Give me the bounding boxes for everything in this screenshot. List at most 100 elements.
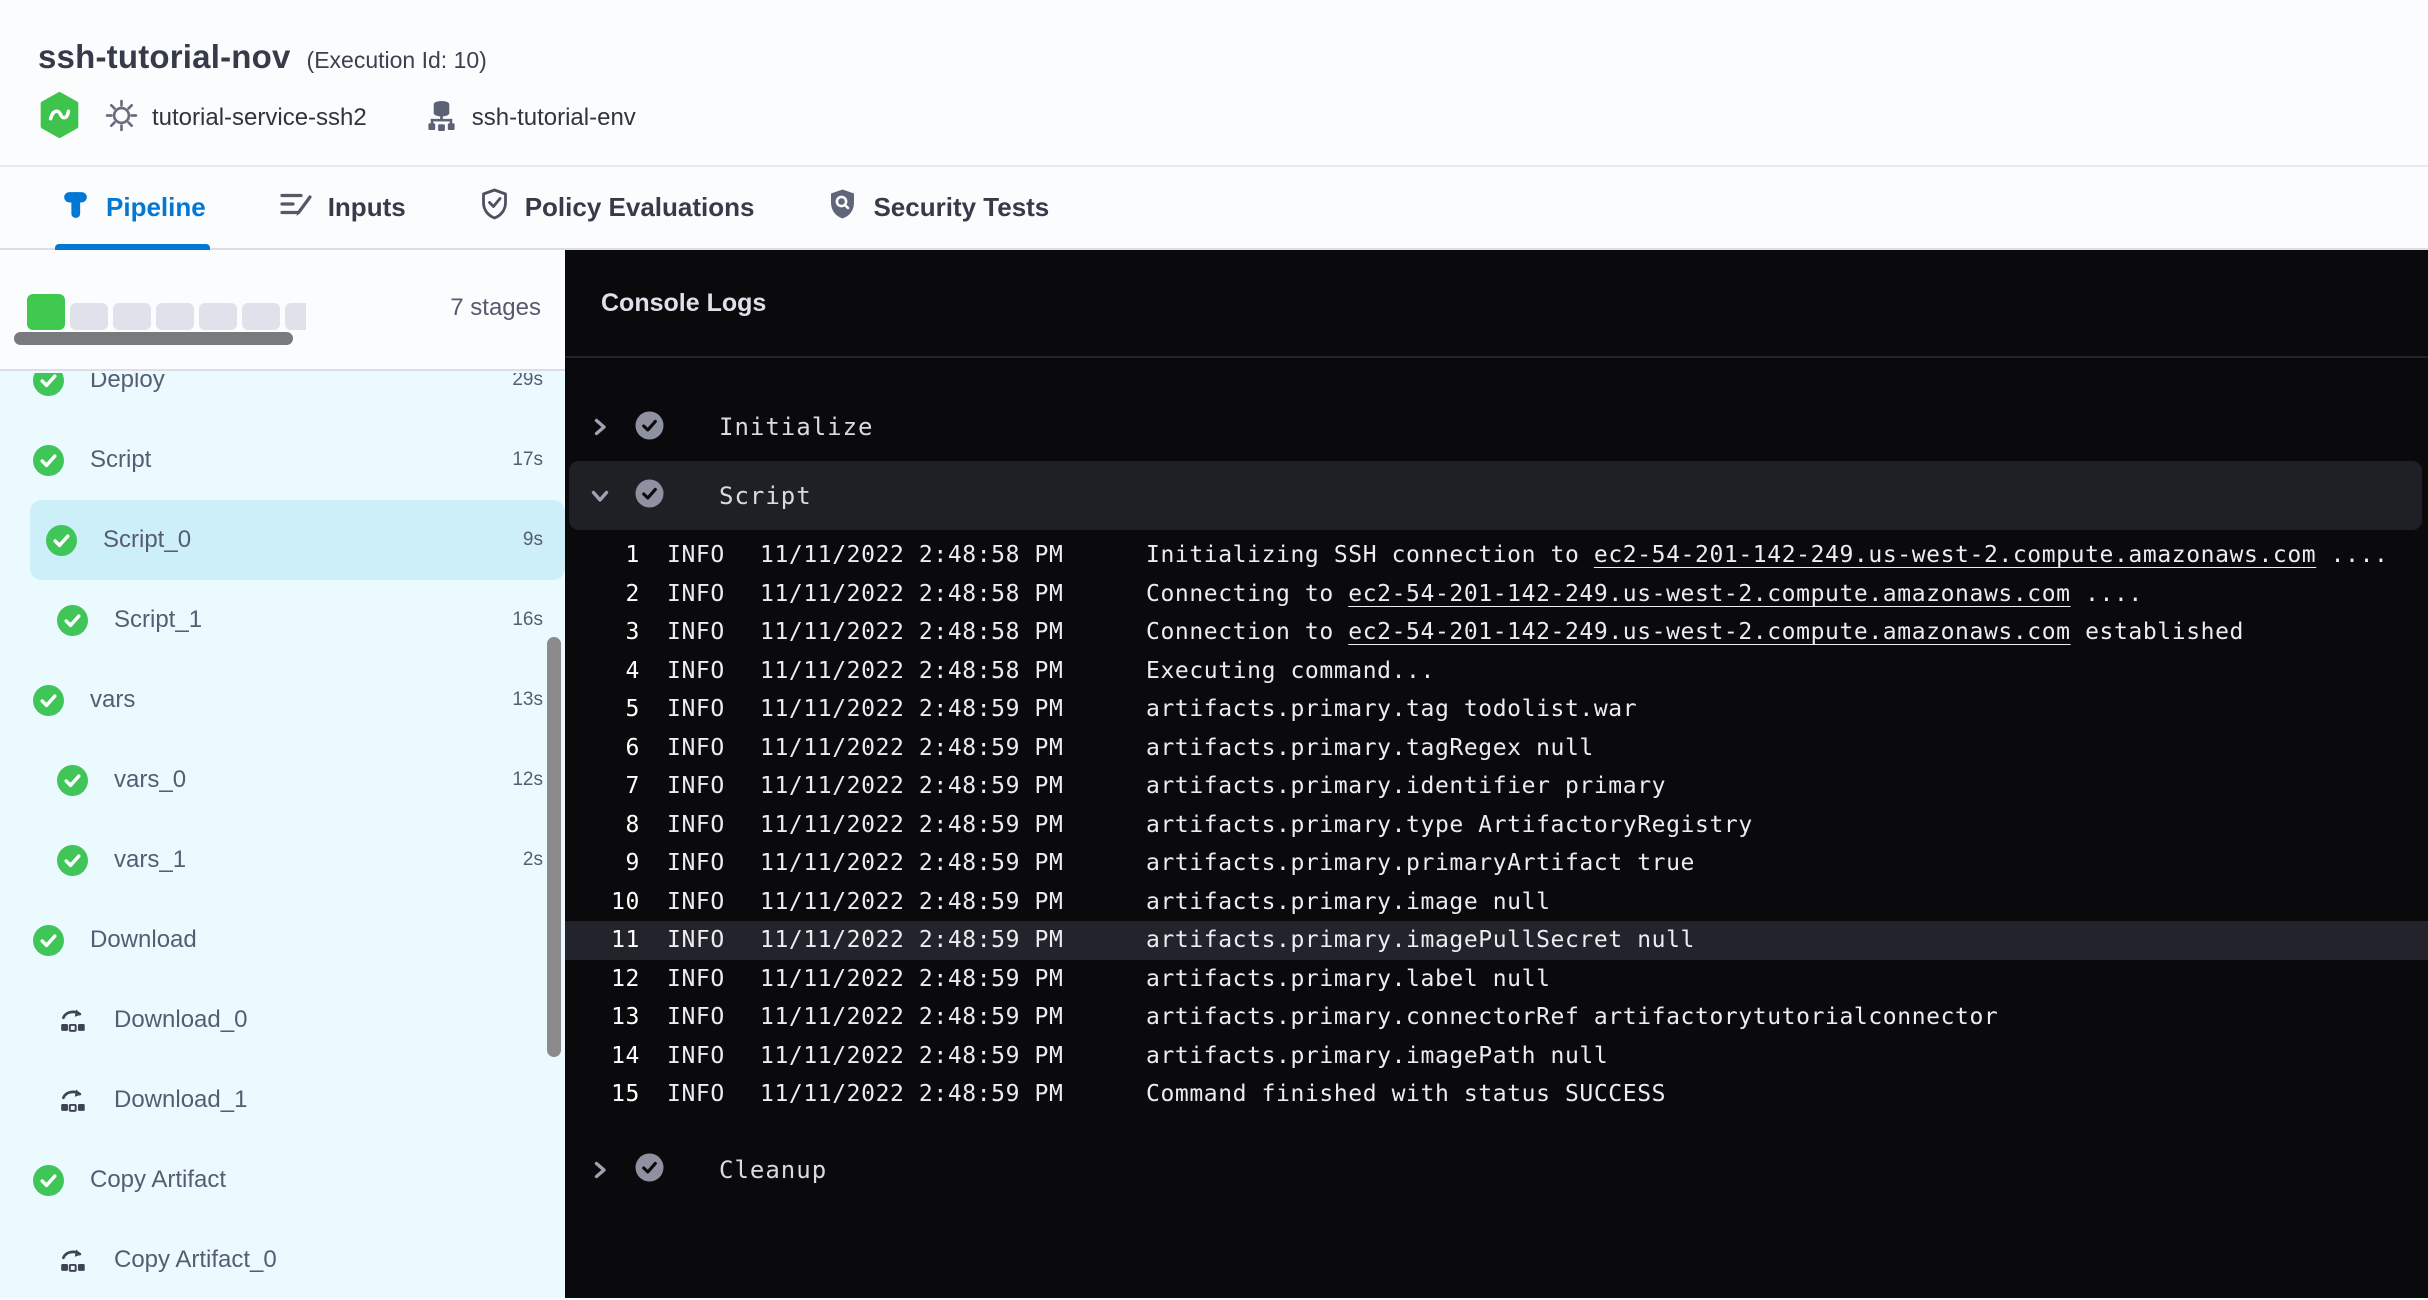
stage-row-download_0[interactable]: Download_0 <box>0 980 565 1060</box>
log-timestamp: 11/11/2022 2:48:59 PM <box>760 966 1146 992</box>
log-row[interactable]: 9 INFO 11/11/2022 2:48:59 PM artifacts.p… <box>565 844 2428 883</box>
log-timestamp: 11/11/2022 2:48:59 PM <box>760 1004 1146 1030</box>
log-section-initialize[interactable]: Initialize <box>565 398 2428 456</box>
step-success-icon <box>635 479 664 512</box>
log-row[interactable]: 7 INFO 11/11/2022 2:48:59 PM artifacts.p… <box>565 767 2428 806</box>
log-row[interactable]: 12 INFO 11/11/2022 2:48:59 PM artifacts.… <box>565 960 2428 999</box>
log-message: artifacts.primary.primaryArtifact true <box>1146 850 2428 876</box>
log-level: INFO <box>667 773 760 799</box>
stage-success-icon <box>57 605 88 636</box>
horizontal-scrollbar-thumb[interactable] <box>14 332 293 345</box>
host-link[interactable]: ec2-54-201-142-249.us-west-2.compute.ama… <box>1594 542 2316 568</box>
log-text: artifacts.primary.tag todolist.war <box>1146 696 1637 722</box>
stage-duration: 16s <box>512 609 543 631</box>
host-link[interactable]: ec2-54-201-142-249.us-west-2.compute.ama… <box>1348 619 2070 645</box>
chevron-right-icon[interactable] <box>589 1159 611 1181</box>
stage-row-deploy[interactable]: Deploy 29s <box>0 373 565 420</box>
log-message: Executing command... <box>1146 658 2428 684</box>
stage-row-copy-artifact_0[interactable]: Copy Artifact_0 <box>0 1220 565 1298</box>
stage-row-vars_0[interactable]: vars_0 12s <box>0 740 565 820</box>
log-section-script[interactable]: Script <box>569 461 2422 530</box>
log-text: artifacts.primary.type ArtifactoryRegist… <box>1146 812 1753 838</box>
log-timestamp: 11/11/2022 2:48:59 PM <box>760 773 1146 799</box>
log-timestamp: 11/11/2022 2:48:59 PM <box>760 1081 1146 1107</box>
stage-success-icon <box>46 525 77 556</box>
stage-retry-icon <box>57 1085 88 1116</box>
log-text: artifacts.primary.image null <box>1146 889 1551 915</box>
stages-sidebar: 7 stages Deploy 29s Script 17s Script_0 … <box>0 250 565 1298</box>
chevron-right-icon[interactable] <box>589 416 611 438</box>
console-logs-panel: Console Logs Initialize Script 1 INFO 11… <box>565 250 2428 1298</box>
host-link[interactable]: ec2-54-201-142-249.us-west-2.compute.ama… <box>1348 581 2070 607</box>
log-line-number: 14 <box>565 1043 667 1069</box>
environment-name[interactable]: ssh-tutorial-env <box>472 104 636 132</box>
log-row[interactable]: 3 INFO 11/11/2022 2:48:58 PM Connection … <box>565 613 2428 652</box>
tab-pipeline[interactable]: Pipeline <box>55 167 210 248</box>
log-timestamp: 11/11/2022 2:48:59 PM <box>760 696 1146 722</box>
log-row[interactable]: 8 INFO 11/11/2022 2:48:59 PM artifacts.p… <box>565 806 2428 845</box>
log-level: INFO <box>667 966 760 992</box>
log-row[interactable]: 4 INFO 11/11/2022 2:48:58 PM Executing c… <box>565 652 2428 691</box>
log-row[interactable]: 14 INFO 11/11/2022 2:48:59 PM artifacts.… <box>565 1037 2428 1076</box>
log-section-cleanup[interactable]: Cleanup <box>565 1141 2428 1199</box>
tab-label: Inputs <box>328 192 406 223</box>
log-row[interactable]: 5 INFO 11/11/2022 2:48:59 PM artifacts.p… <box>565 690 2428 729</box>
console-logs-title: Console Logs <box>601 289 766 318</box>
stage-label: Script_1 <box>114 606 512 634</box>
stage-row-download_1[interactable]: Download_1 <box>0 1060 565 1140</box>
stage-row-download[interactable]: Download <box>0 900 565 980</box>
log-level: INFO <box>667 1081 760 1107</box>
tab-security-tests[interactable]: Security Tests <box>822 167 1053 248</box>
log-row[interactable]: 13 INFO 11/11/2022 2:48:59 PM artifacts.… <box>565 998 2428 1037</box>
service-name[interactable]: tutorial-service-ssh2 <box>152 104 367 132</box>
stage-duration: 12s <box>512 769 543 791</box>
stage-row-vars[interactable]: vars 13s <box>0 660 565 740</box>
tab-policy-evaluations[interactable]: Policy Evaluations <box>474 167 759 248</box>
log-text: artifacts.primary.identifier primary <box>1146 773 1666 799</box>
stage-progress-segment <box>156 303 194 330</box>
log-message: Connecting to ec2-54-201-142-249.us-west… <box>1146 581 2428 607</box>
log-row[interactable]: 2 INFO 11/11/2022 2:48:58 PM Connecting … <box>565 575 2428 614</box>
log-level: INFO <box>667 1004 760 1030</box>
chevron-down-icon[interactable] <box>589 485 611 507</box>
log-row[interactable]: 10 INFO 11/11/2022 2:48:59 PM artifacts.… <box>565 883 2428 922</box>
log-row[interactable]: 11 INFO 11/11/2022 2:48:59 PM artifacts.… <box>565 921 2428 960</box>
execution-header: ssh-tutorial-nov (Execution Id: 10) tuto… <box>0 0 2428 167</box>
log-row[interactable]: 1 INFO 11/11/2022 2:48:58 PM Initializin… <box>565 536 2428 575</box>
tab-bar: Pipeline Inputs Policy Evaluations Secur… <box>0 167 2428 250</box>
stage-label: Copy Artifact <box>90 1166 543 1194</box>
log-row[interactable]: 6 INFO 11/11/2022 2:48:59 PM artifacts.p… <box>565 729 2428 768</box>
vertical-scrollbar-thumb[interactable] <box>547 637 561 1057</box>
log-timestamp: 11/11/2022 2:48:59 PM <box>760 735 1146 761</box>
log-timestamp: 11/11/2022 2:48:58 PM <box>760 658 1146 684</box>
stage-duration: 17s <box>512 449 543 471</box>
stage-success-icon <box>33 925 64 956</box>
stage-list: Deploy 29s Script 17s Script_0 9s Script… <box>0 373 565 1298</box>
tab-label: Policy Evaluations <box>525 192 755 223</box>
stage-duration: 29s <box>512 373 543 391</box>
log-timestamp: 11/11/2022 2:48:58 PM <box>760 619 1146 645</box>
page-title: ssh-tutorial-nov <box>38 38 291 76</box>
stage-progress-bar <box>27 294 306 330</box>
stage-success-icon <box>57 845 88 876</box>
log-level: INFO <box>667 927 760 953</box>
stage-row-vars_1[interactable]: vars_1 2s <box>0 820 565 900</box>
log-line-number: 9 <box>565 850 667 876</box>
stage-row-copy-artifact[interactable]: Copy Artifact <box>0 1140 565 1220</box>
log-level: INFO <box>667 850 760 876</box>
log-timestamp: 11/11/2022 2:48:59 PM <box>760 812 1146 838</box>
log-row[interactable]: 15 INFO 11/11/2022 2:48:59 PM Command fi… <box>565 1075 2428 1114</box>
tab-inputs[interactable]: Inputs <box>274 167 410 248</box>
log-text: Connection to <box>1146 619 1348 645</box>
log-level: INFO <box>667 735 760 761</box>
log-message: artifacts.primary.imagePullSecret null <box>1146 927 2428 953</box>
stage-label: Download_0 <box>114 1006 543 1034</box>
stage-label: Download_1 <box>114 1086 543 1114</box>
stage-retry-icon <box>57 1245 88 1276</box>
cd-service-icon <box>38 92 81 143</box>
stage-row-script[interactable]: Script 17s <box>0 420 565 500</box>
stage-row-script_1[interactable]: Script_1 16s <box>0 580 565 660</box>
log-timestamp: 11/11/2022 2:48:59 PM <box>760 927 1146 953</box>
log-timestamp: 11/11/2022 2:48:58 PM <box>760 581 1146 607</box>
stage-row-script_0[interactable]: Script_0 9s <box>30 500 565 580</box>
